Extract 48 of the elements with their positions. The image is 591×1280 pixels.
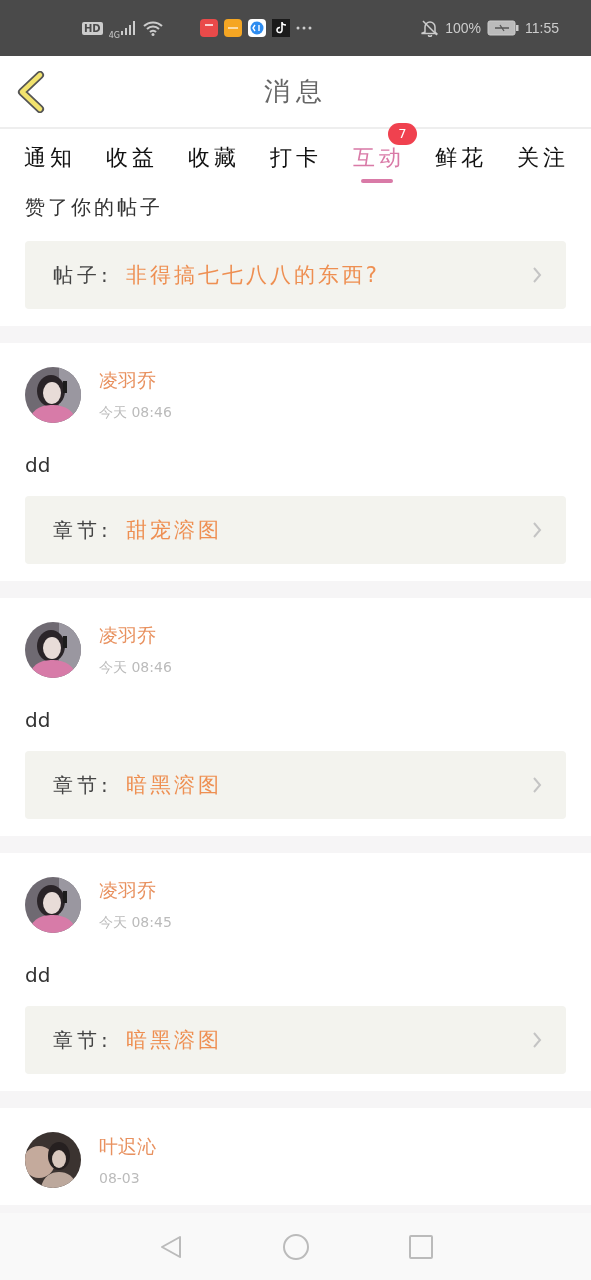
tab[interactable]: 收藏	[188, 135, 241, 185]
app-icon	[199, 19, 218, 37]
reference-card[interactable]: 章节: 暗黑溶图	[25, 751, 566, 819]
reference-card[interactable]: 帖子: 非得搞七七八八的东西?	[25, 241, 566, 309]
message-text: dd	[25, 707, 52, 734]
reference-title: 暗黑溶图	[125, 1027, 223, 1054]
battery-percentage: 100%	[445, 20, 481, 36]
reference-label: 章节:	[53, 771, 112, 799]
reference-label: 章节:	[53, 516, 112, 544]
more-icon	[295, 26, 312, 30]
message-text: dd	[25, 962, 52, 989]
tab[interactable]: 收益	[106, 135, 159, 185]
timestamp: 今天 08:46	[99, 404, 172, 422]
app-icon	[223, 19, 242, 37]
chevron-right-icon	[532, 266, 542, 284]
battery-charging-icon	[487, 20, 519, 36]
signal-icon	[119, 20, 136, 36]
music-note-icon	[271, 19, 290, 37]
chevron-right-icon	[532, 1031, 542, 1049]
message-text: 赞了你的帖子	[25, 194, 164, 221]
count-badge: 7	[388, 123, 417, 145]
wifi-icon	[141, 20, 164, 36]
tab[interactable]: 通知	[24, 135, 76, 185]
message-text: dd	[25, 452, 52, 479]
chevron-right-icon	[532, 776, 542, 794]
reference-card[interactable]: 章节: 暗黑溶图	[25, 1006, 566, 1074]
bell-muted-icon	[421, 19, 440, 37]
clock: 11:55	[525, 20, 559, 36]
timestamp: 今天 08:46	[99, 659, 172, 677]
page-title: 消息	[263, 75, 328, 108]
reference-title: 非得搞七七八八的东西?	[125, 262, 381, 289]
reference-title: 甜宠溶图	[125, 517, 223, 544]
reference-card[interactable]: 章节: 甜宠溶图	[25, 496, 566, 564]
recent-apps-icon[interactable]	[407, 1233, 434, 1260]
hd-indicator: HD	[82, 21, 103, 35]
tab[interactable]: 鲜花	[434, 135, 487, 185]
reference-label: 章节:	[53, 1026, 112, 1054]
tab[interactable]: 关注	[516, 135, 569, 185]
network-label: 4G	[108, 30, 120, 40]
reference-label: 帖子:	[53, 261, 112, 289]
back-icon[interactable]	[16, 71, 46, 113]
reference-title: 暗黑溶图	[125, 772, 223, 799]
timestamp: 今天 08:45	[99, 914, 172, 932]
home-icon[interactable]	[281, 1232, 310, 1261]
chevron-right-icon	[532, 521, 542, 539]
timestamp: 08-03	[99, 1170, 141, 1186]
app-icon	[247, 19, 266, 37]
tab[interactable]: 打卡	[270, 135, 323, 185]
